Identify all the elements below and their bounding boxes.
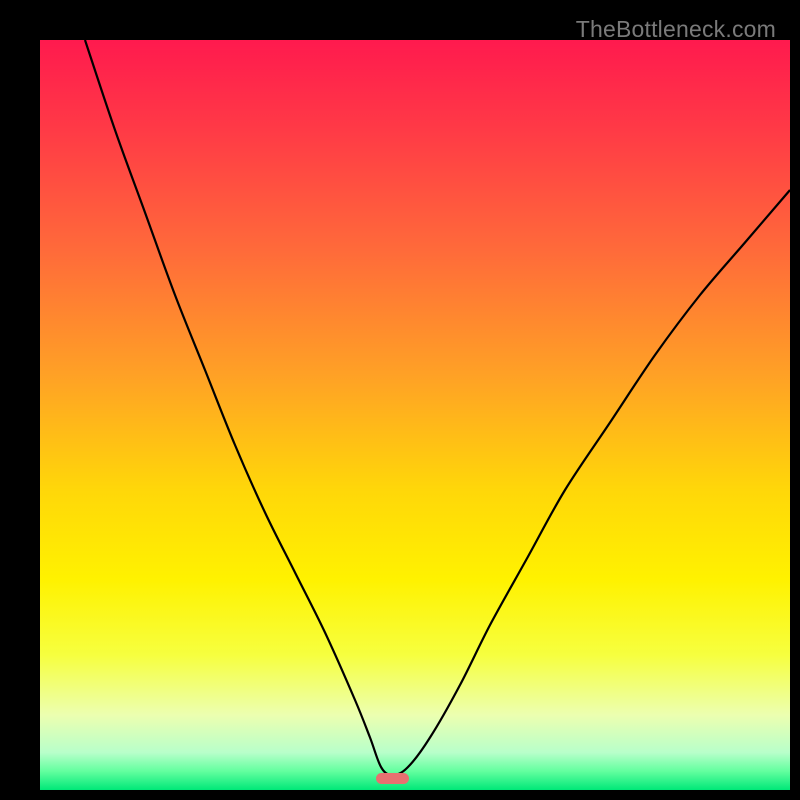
- chart-frame: TheBottleneck.com: [10, 10, 790, 790]
- watermark-label: TheBottleneck.com: [576, 16, 776, 43]
- optimum-marker: [376, 773, 410, 784]
- plot-area: [40, 40, 790, 790]
- bottleneck-curve: [40, 40, 790, 790]
